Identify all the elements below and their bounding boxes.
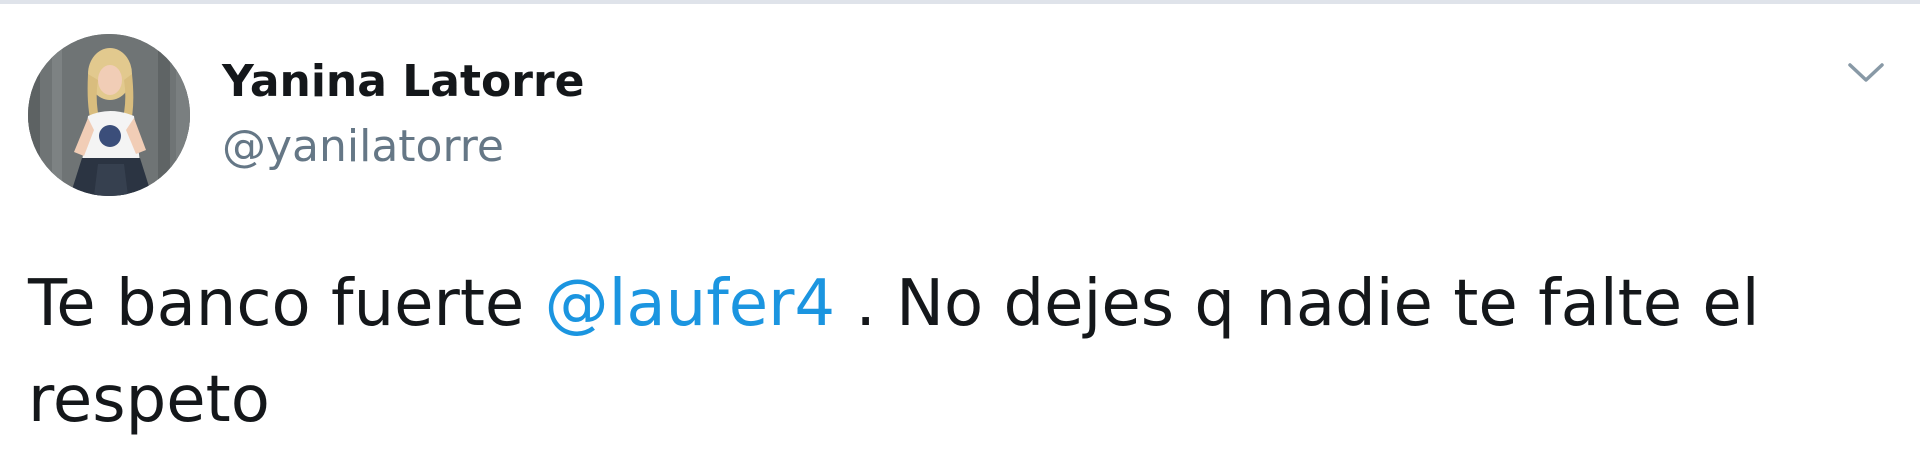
tweet-text-start: Te banco fuerte [28,267,545,341]
profile-photo [28,34,190,196]
mention-link[interactable]: @laufer4 [545,267,836,341]
avatar[interactable] [28,34,190,196]
chevron-down-icon[interactable] [1846,52,1886,92]
author-display-name[interactable]: Yanina Latorre [222,56,584,107]
author-handle[interactable]: @yanilatorre [222,121,504,172]
tweet-text: Te banco fuerte @laufer4 . No dejes q na… [28,256,1888,448]
tweet-card: Yanina Latorre @yanilatorre Te banco fue… [0,4,1920,462]
